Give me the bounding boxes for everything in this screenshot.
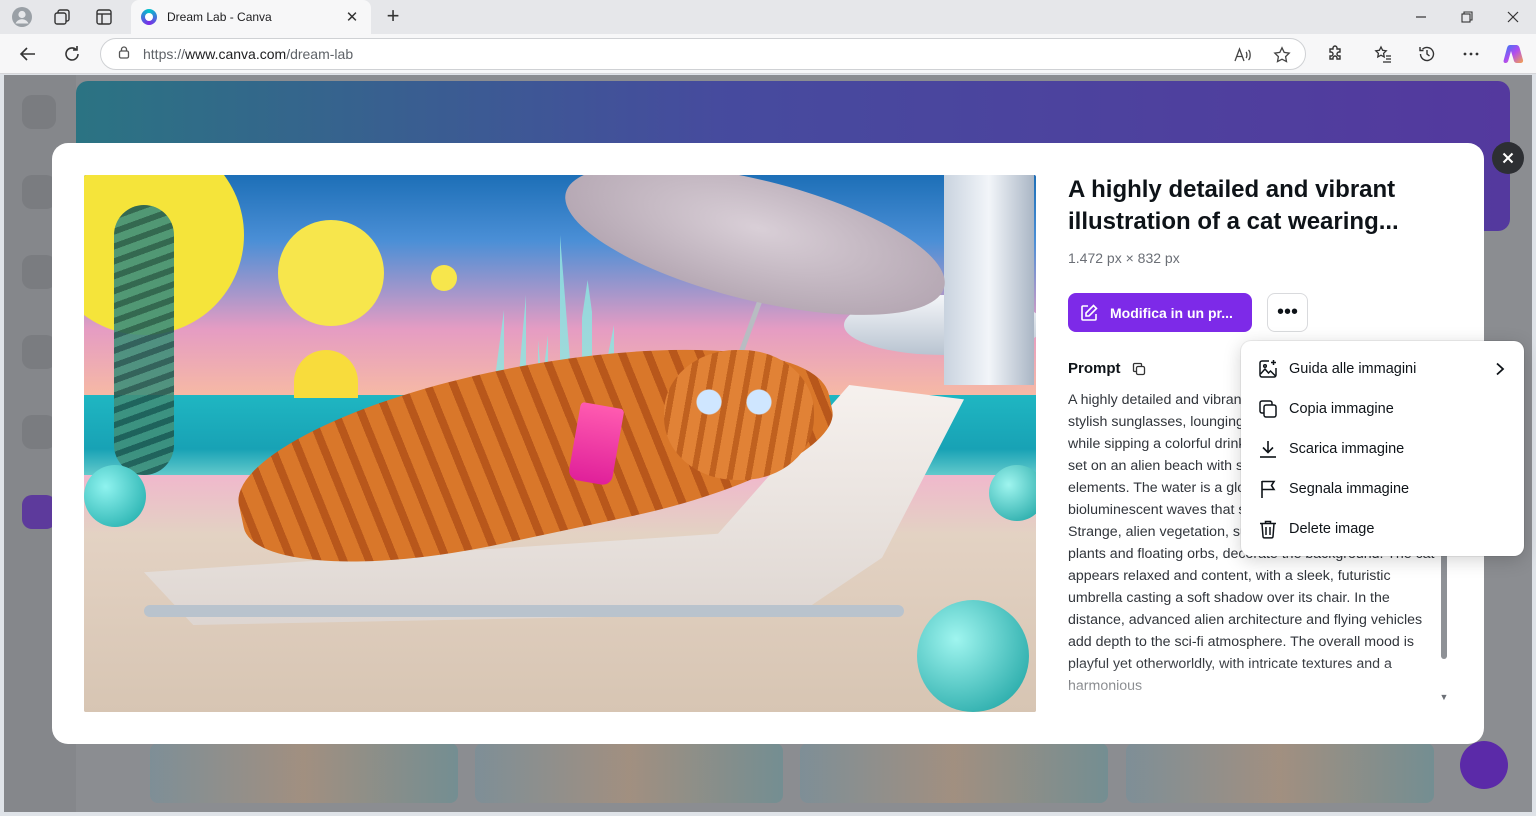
gallery-thumbnail — [150, 743, 458, 803]
sidebar-item — [22, 495, 56, 529]
sidebar-item — [22, 255, 56, 289]
active-tab[interactable]: Dream Lab - Canva ✕ — [131, 0, 371, 34]
lock-icon[interactable] — [117, 45, 131, 64]
copy-prompt-icon[interactable] — [1127, 357, 1151, 381]
menu-item-delete-image[interactable]: Delete image — [1241, 509, 1524, 549]
image-sparkle-icon — [1257, 358, 1279, 380]
chevron-right-icon — [1492, 361, 1508, 377]
more-options-menu: Guida alle immagini Copia immagine Scari… — [1241, 341, 1524, 556]
settings-more-icon[interactable] — [1457, 40, 1485, 68]
edit-button-label: Modifica in un pr... — [1110, 304, 1233, 321]
sidebar-item — [22, 175, 56, 209]
extensions-icon[interactable] — [1321, 40, 1349, 68]
menu-item-label: Copia immagine — [1289, 401, 1394, 417]
prompt-scrollbar-thumb[interactable] — [1441, 545, 1447, 659]
new-tab-button[interactable]: + — [380, 4, 406, 30]
browser-tab-bar: Dream Lab - Canva ✕ + — [0, 0, 1536, 34]
help-fab — [1460, 741, 1508, 789]
restore-icon[interactable] — [1444, 0, 1490, 34]
sidebar-item — [22, 335, 56, 369]
window-close-icon[interactable] — [1490, 0, 1536, 34]
menu-item-copy-image[interactable]: Copia immagine — [1241, 389, 1524, 429]
image-title: A highly detailed and vibrant illustrati… — [1068, 176, 1399, 235]
menu-item-download-image[interactable]: Scarica immagine — [1241, 429, 1524, 469]
history-icon[interactable] — [1413, 40, 1441, 68]
menu-item-image-guide[interactable]: Guida alle immagini — [1241, 349, 1524, 389]
copilot-icon[interactable] — [1500, 40, 1528, 68]
gallery-thumbnail — [1126, 743, 1434, 803]
profile-icon[interactable] — [9, 5, 35, 29]
minimize-icon[interactable] — [1398, 0, 1444, 34]
address-bar[interactable]: https://www.canva.com/dream-lab — [100, 38, 1306, 70]
generated-image-preview — [84, 175, 1036, 712]
gallery-thumbnail — [800, 743, 1108, 803]
tab-close-icon[interactable]: ✕ — [343, 8, 361, 26]
close-icon — [1502, 152, 1514, 164]
tab-title: Dream Lab - Canva — [167, 10, 272, 24]
more-options-button[interactable]: ••• — [1267, 293, 1308, 332]
flag-icon — [1257, 478, 1279, 500]
menu-item-label: Guida alle immagini — [1289, 361, 1417, 377]
copy-icon — [1257, 398, 1279, 420]
prompt-heading: Prompt — [1068, 360, 1121, 377]
back-icon[interactable] — [14, 40, 42, 68]
download-icon — [1257, 438, 1279, 460]
vertical-tabs-icon[interactable] — [91, 5, 117, 29]
sidebar-item — [22, 415, 56, 449]
scroll-down-arrow-icon[interactable]: ▼ — [1438, 692, 1450, 702]
favorite-star-icon[interactable] — [1270, 43, 1294, 67]
sidebar-item — [22, 95, 56, 129]
menu-item-label: Delete image — [1289, 521, 1375, 537]
menu-item-label: Scarica immagine — [1289, 441, 1405, 457]
reload-icon[interactable] — [58, 40, 86, 68]
browser-toolbar: https://www.canva.com/dream-lab — [0, 34, 1536, 74]
read-aloud-icon[interactable] — [1231, 43, 1255, 67]
image-dimensions: 1.472 px × 832 px — [1068, 250, 1180, 266]
url-text: https://www.canva.com/dream-lab — [143, 46, 354, 62]
edit-in-project-button[interactable]: Modifica in un pr... — [1068, 293, 1252, 332]
favorites-icon[interactable] — [1369, 40, 1397, 68]
canva-favicon-icon — [141, 9, 157, 25]
menu-item-label: Segnala immagine — [1289, 481, 1410, 497]
gallery-thumbnail — [475, 743, 783, 803]
edit-pen-icon — [1078, 302, 1100, 324]
modal-close-button[interactable] — [1492, 142, 1524, 174]
trash-icon — [1257, 518, 1279, 540]
menu-item-report-image[interactable]: Segnala immagine — [1241, 469, 1524, 509]
workspaces-icon[interactable] — [49, 5, 75, 29]
